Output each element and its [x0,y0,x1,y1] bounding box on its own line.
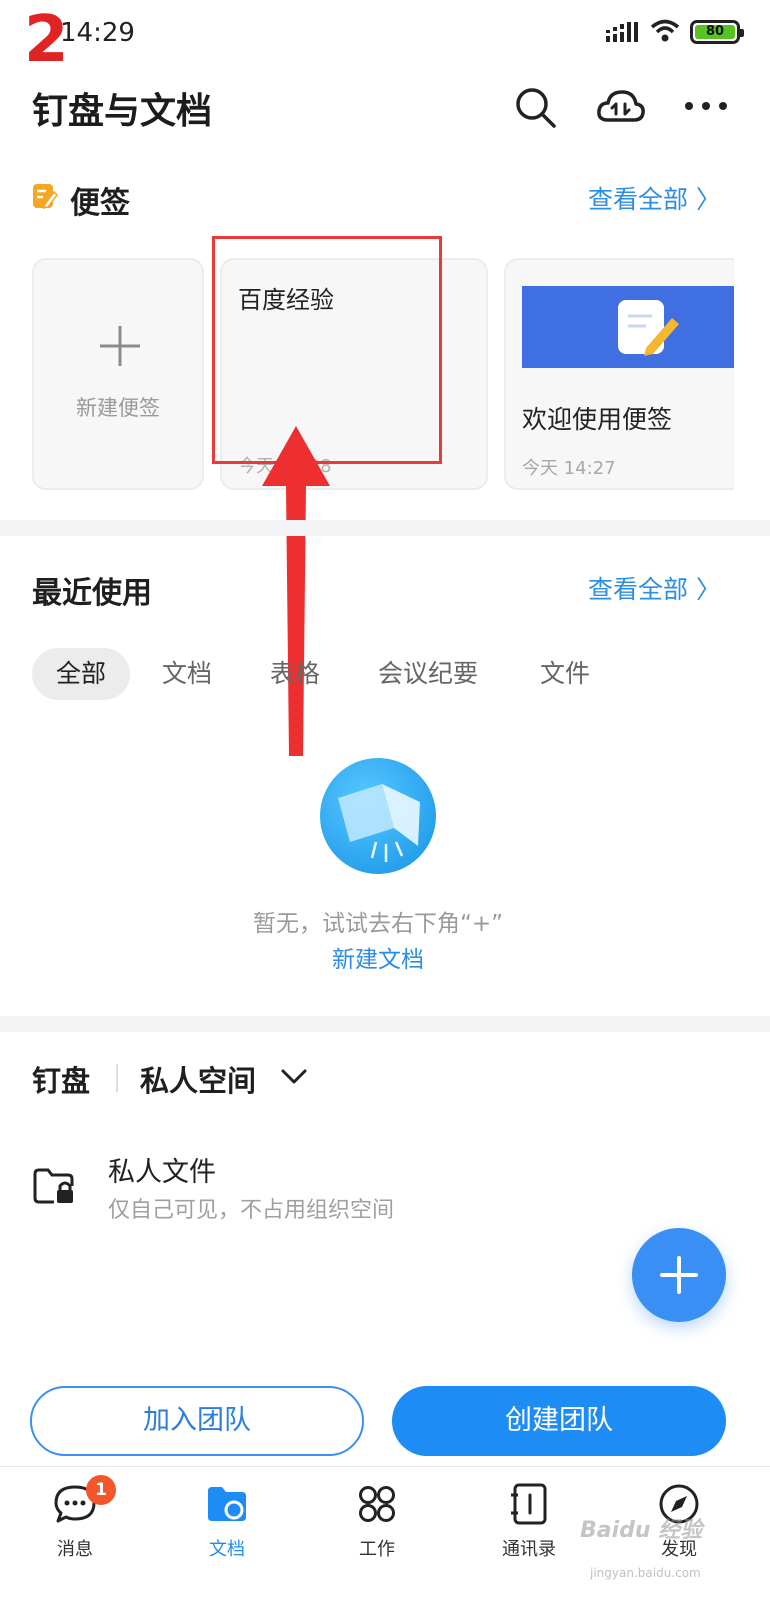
nav-label: 消息 [57,1539,93,1560]
nav-label: 通讯录 [502,1539,556,1560]
note-date: 今天 14:27 [522,458,616,479]
status-clock: 14:29 [60,18,135,48]
recent-see-all-link[interactable]: 查看全部 〉 [588,570,721,606]
space-selector[interactable]: 私人空间 [140,1058,256,1100]
wifi-icon [650,19,680,42]
signal-icon [606,22,638,42]
battery-indicator: 80 [690,20,744,44]
empty-state-text: 暂无，试试去右下角“+” [252,911,504,937]
create-team-button[interactable]: 创建团队 [392,1386,726,1456]
step-number-annotation: 2 [24,3,69,77]
private-files-subtitle: 仅自己可见，不占用组织空间 [108,1198,395,1223]
new-note-label: 新建便签 [76,396,160,420]
filter-tab-all[interactable]: 全部 [32,648,131,700]
contacts-book-icon [511,1483,547,1525]
baidu-watermark-url: jingyan.baidu.com [590,1566,701,1580]
note-title: 欢迎使用便签 [522,405,673,434]
search-icon[interactable] [512,84,558,130]
note-edit-icon [618,300,679,356]
section-divider [0,1016,770,1032]
section-divider [0,520,770,536]
annotation-arrow [262,426,330,756]
add-fab-button[interactable] [632,1228,726,1322]
baidu-watermark: Baidu 经验 [580,1518,703,1543]
nav-label: 文档 [209,1539,245,1560]
status-bar: 14:29 80 [0,0,770,70]
apps-grid-icon [359,1486,395,1522]
battery-level: 80 [695,25,735,39]
note-banner-image [522,286,734,368]
filter-tab-docs[interactable]: 文档 [162,648,212,700]
filter-tab-meeting-notes[interactable]: 会议纪要 [378,648,478,700]
notes-section-title: 便签 [70,186,130,221]
drive-title: 钉盘 [32,1064,91,1098]
nav-item-contacts[interactable]: 通讯录 [474,1481,584,1561]
plus-icon [100,326,140,366]
filter-tab-files[interactable]: 文件 [540,648,590,700]
docs-folder-icon [208,1487,246,1521]
private-folder-lock-icon [33,1168,74,1204]
new-document-link[interactable]: 新建文档 [0,940,756,974]
more-icon[interactable] [684,96,728,116]
unread-badge: 1 [86,1475,116,1505]
note-card[interactable]: 欢迎使用便签 今天 14:27 [504,258,734,490]
page-title: 钉盘与文档 [32,91,213,132]
nav-label: 工作 [359,1539,395,1560]
private-files-title[interactable]: 私人文件 [108,1150,216,1189]
vertical-divider [116,1064,118,1092]
empty-state-illustration [320,758,436,874]
nav-item-work[interactable]: 工作 [322,1481,432,1561]
plus-icon [660,1256,698,1294]
recent-section-title: 最近使用 [32,576,152,611]
nav-item-messages[interactable]: 1 消息 [20,1475,130,1561]
new-note-card[interactable]: 新建便签 [32,258,204,490]
filter-tab-sheets[interactable]: 表格 [270,648,320,700]
cloud-transfer-icon[interactable] [596,84,646,130]
chevron-down-icon[interactable] [280,1066,308,1088]
nav-item-docs[interactable]: 文档 [172,1481,282,1561]
notes-see-all-link[interactable]: 查看全部 〉 [588,180,721,216]
join-team-button[interactable]: 加入团队 [30,1386,364,1456]
note-pencil-icon [33,184,58,210]
